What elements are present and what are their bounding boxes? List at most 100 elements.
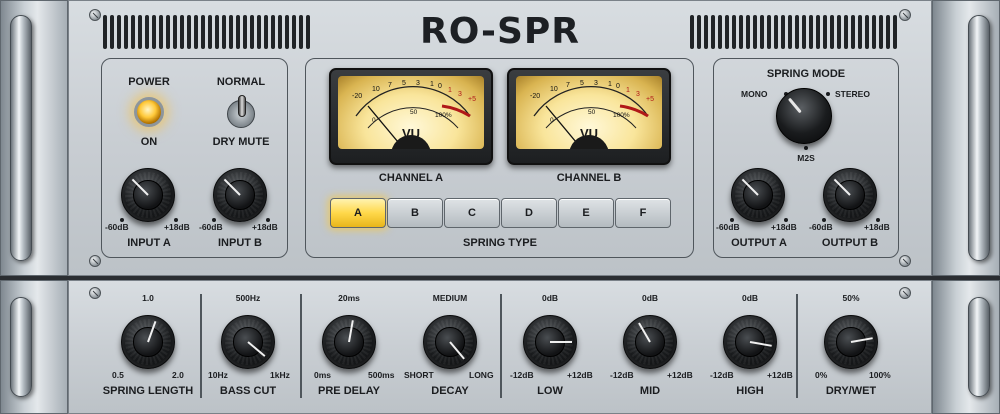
mode-dot <box>826 92 830 96</box>
bass-cut-max-label: 1kHz <box>270 370 290 380</box>
plugin-rack: RO-SPR POWER ON NORMAL DRY MUTE -60dB +1… <box>0 0 1000 414</box>
bass-cut-min-label: 10Hz <box>208 370 228 380</box>
vu-tick-label: 3 <box>458 91 462 98</box>
input-a-knob[interactable] <box>121 168 175 222</box>
input-a-label: INPUT A <box>127 237 171 249</box>
spring-length-min-label: 0.5 <box>112 370 124 380</box>
power-lamp-icon[interactable] <box>134 97 164 127</box>
screw-icon <box>899 287 911 299</box>
screw-icon <box>89 255 101 267</box>
vu-tick-label: 10 <box>372 86 380 93</box>
dry-wet-label: DRY/WET <box>825 385 877 397</box>
output-b-label: OUTPUT B <box>821 237 879 249</box>
decay-min-label: SHORT <box>404 370 434 380</box>
decay-max-label: LONG <box>469 370 494 380</box>
rack-handle-icon <box>10 15 32 261</box>
vu-tick-label: 0 <box>438 83 442 90</box>
vu-tick-label: +5 <box>468 96 476 103</box>
mid-eq-knob[interactable] <box>623 315 677 369</box>
vu-tick-label: 1 <box>626 87 630 94</box>
output-a-knob[interactable] <box>731 168 785 222</box>
spring-mode-label: SPRING MODE <box>766 68 846 80</box>
spring-length-knob[interactable] <box>121 315 175 369</box>
dry-wet-max-label: 100% <box>869 370 891 380</box>
decay-top-label: MEDIUM <box>432 293 468 303</box>
vu-tick-label: 5 <box>580 80 584 87</box>
spring-mode-selector-knob[interactable] <box>776 88 832 144</box>
bass-cut-knob[interactable] <box>221 315 275 369</box>
toggle-bat-icon <box>238 95 246 117</box>
vu-percent-label: 0 <box>372 117 376 124</box>
vu-percent-label: 100% <box>435 112 452 119</box>
output-b-knob[interactable] <box>823 168 877 222</box>
vu-tick-label: 0 <box>616 83 620 90</box>
pre-delay-top-label: 20ms <box>338 293 360 303</box>
vu-tick-label: 3 <box>636 91 640 98</box>
rack-ear-bottom-left <box>0 280 68 414</box>
dry-wet-knob[interactable] <box>824 315 878 369</box>
dry-wet-top-label: 50% <box>842 293 860 303</box>
vu-tick-label: 1 <box>608 81 612 88</box>
vu-tick-label: 3 <box>416 80 420 87</box>
input-b-knob[interactable] <box>213 168 267 222</box>
vu-tick-label: 3 <box>594 80 598 87</box>
low-eq-knob[interactable] <box>523 315 577 369</box>
vu-tick-label: 1 <box>430 81 434 88</box>
spring-type-button-d[interactable]: D <box>501 198 557 228</box>
vu-tick-label: 10 <box>550 86 558 93</box>
decay-label: DECAY <box>431 385 469 397</box>
spring-length-max-label: 2.0 <box>172 370 184 380</box>
vu-meter-channel-b: -20 10 7 5 3 1 0 1 3 +5 0 50 100% VU <box>507 68 671 165</box>
vu-percent-label: 100% <box>613 112 630 119</box>
vu-tick-label: 5 <box>402 80 406 87</box>
decay-knob[interactable] <box>423 315 477 369</box>
low-max-label: +12dB <box>567 370 593 380</box>
output-a-min-label: -60dB <box>716 222 740 232</box>
high-top-label: 0dB <box>741 293 759 303</box>
vu-tick-label: 7 <box>566 82 570 89</box>
vu-percent-label: 50 <box>410 109 418 116</box>
spring-type-button-e[interactable]: E <box>558 198 614 228</box>
section-divider <box>500 294 502 398</box>
output-b-min-label: -60dB <box>809 222 833 232</box>
low-label: LOW <box>537 385 563 397</box>
vu-tick-label: 1 <box>448 87 452 94</box>
section-divider <box>300 294 302 398</box>
channel-a-label: CHANNEL A <box>378 172 444 184</box>
output-b-max-label: +18dB <box>864 222 890 232</box>
pre-delay-knob[interactable] <box>322 315 376 369</box>
spring-type-selector: A B C D E F <box>330 198 672 228</box>
output-a-max-label: +18dB <box>771 222 797 232</box>
input-a-max-label: +18dB <box>164 222 190 232</box>
input-a-min-label: -60dB <box>105 222 129 232</box>
channel-b-label: CHANNEL B <box>556 172 622 184</box>
rack-ear-top-right <box>932 0 1000 276</box>
spring-type-button-a[interactable]: A <box>330 198 386 228</box>
high-max-label: +12dB <box>767 370 793 380</box>
dry-mute-toggle-switch[interactable] <box>227 95 255 128</box>
input-b-min-label: -60dB <box>199 222 223 232</box>
output-a-label: OUTPUT A <box>731 237 787 249</box>
input-b-max-label: +18dB <box>252 222 278 232</box>
bass-cut-top-label: 500Hz <box>235 293 261 303</box>
spring-type-label: SPRING TYPE <box>463 237 537 249</box>
rack-ear-top-left <box>0 0 68 276</box>
rack-handle-icon <box>10 297 32 397</box>
spring-type-button-c[interactable]: C <box>444 198 500 228</box>
pre-delay-max-label: 500ms <box>368 370 395 380</box>
spring-type-button-b[interactable]: B <box>387 198 443 228</box>
low-min-label: -12dB <box>510 370 534 380</box>
mid-min-label: -12dB <box>610 370 634 380</box>
spring-mode-mono-label: MONO <box>741 89 768 99</box>
power-state-label: ON <box>140 136 158 148</box>
vu-meter-channel-a: -20 10 7 5 3 1 0 1 3 +5 0 50 100% VU <box>329 68 493 165</box>
screw-icon <box>89 287 101 299</box>
spring-length-top-label: 1.0 <box>142 293 154 303</box>
power-label: POWER <box>128 76 170 88</box>
bass-cut-label: BASS CUT <box>219 385 277 397</box>
screw-icon <box>899 255 911 267</box>
spring-type-button-f[interactable]: F <box>615 198 671 228</box>
pre-delay-min-label: 0ms <box>314 370 332 380</box>
high-min-label: -12dB <box>710 370 734 380</box>
high-eq-knob[interactable] <box>723 315 777 369</box>
